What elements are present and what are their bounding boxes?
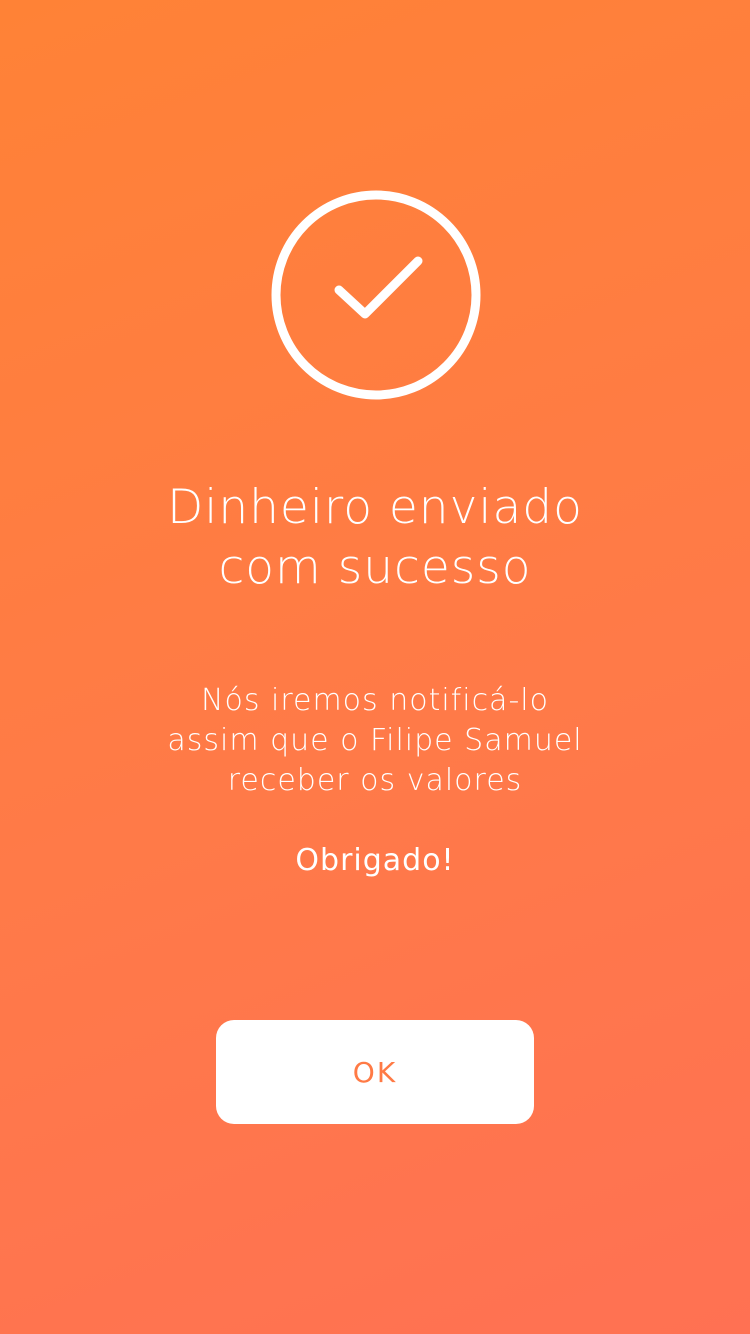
notification-message: Nós iremos notificá-lo assim que o Filip… [75, 681, 675, 801]
success-title-line-2: com sucesso [218, 540, 532, 595]
notification-message-line-3: receber os valores [227, 763, 523, 798]
success-title-line-1: Dinheiro enviado [167, 480, 583, 535]
success-title: Dinheiro enviado com sucesso [75, 478, 675, 598]
notification-message-line-2: assim que o Filipe Samuel [167, 723, 583, 758]
notification-message-line-1: Nós iremos notificá-lo [201, 683, 549, 718]
check-circle-icon [271, 190, 481, 400]
ok-button[interactable]: OK [216, 1020, 534, 1124]
ok-button-label: OK [352, 1055, 398, 1089]
success-screen: Dinheiro enviado com sucesso Nós iremos … [0, 0, 750, 1334]
thanks-text: Obrigado! [295, 843, 455, 878]
